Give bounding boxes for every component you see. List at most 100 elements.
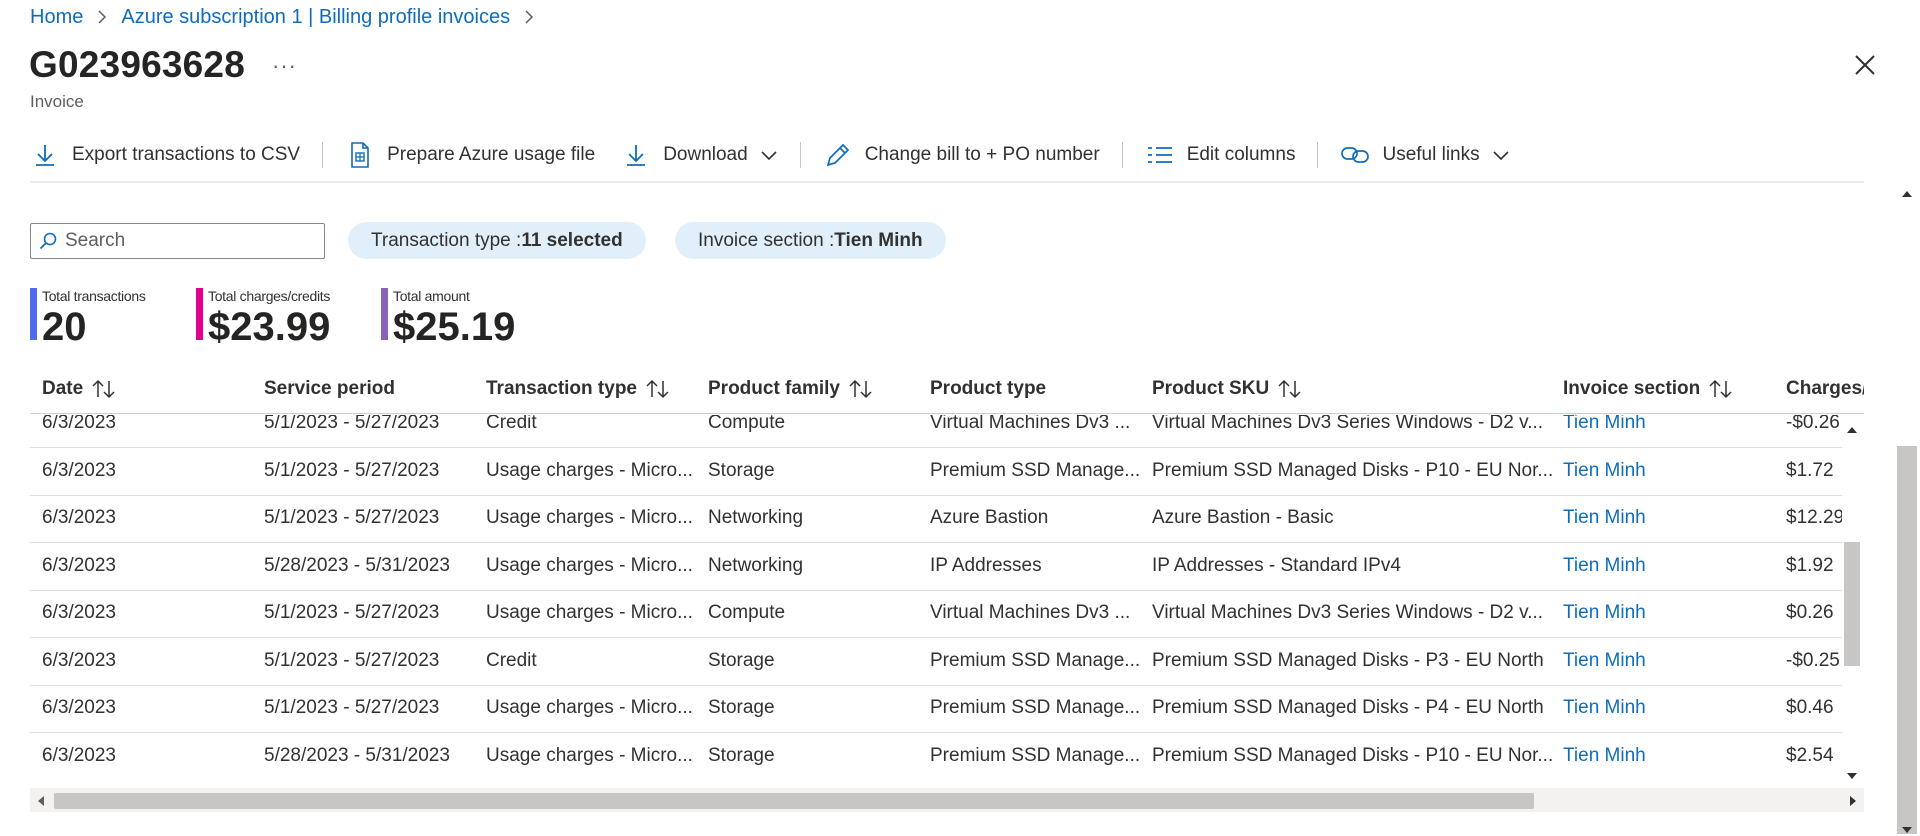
column-header-transaction-type[interactable]: Transaction type bbox=[486, 378, 671, 400]
export-csv-label: Export transactions to CSV bbox=[72, 144, 301, 165]
table-row[interactable]: 6/3/2023 5/1/2023 - 5/27/2023 Usage charge… bbox=[30, 686, 1842, 733]
cell-invoice-section-link[interactable]: Tien Minh bbox=[1563, 649, 1646, 673]
cell-charges: $0.46 bbox=[1786, 697, 1834, 718]
cell-transaction-type: Usage charges - Micro... bbox=[486, 744, 693, 766]
breadcrumb-parent-link[interactable]: Azure subscription 1 | Billing profile i… bbox=[121, 6, 510, 29]
cell-date: 6/3/2023 bbox=[42, 649, 116, 671]
page-vertical-scrollbar[interactable] bbox=[1893, 182, 1920, 836]
cell-charges: $1.92 bbox=[1786, 554, 1834, 576]
chevron-right-icon bbox=[97, 9, 107, 25]
filter-key: Transaction type : bbox=[371, 229, 522, 251]
scroll-up-arrow-icon[interactable] bbox=[1901, 186, 1913, 204]
edit-columns-button[interactable]: Edit columns bbox=[1145, 136, 1296, 174]
breadcrumb-home-link[interactable]: Home bbox=[30, 6, 83, 29]
toolbar-divider bbox=[1317, 142, 1319, 168]
cell-transaction-type: Usage charges - Micro... bbox=[486, 507, 693, 528]
cell-product-sku: IP Addresses - Standard IPv4 bbox=[1152, 554, 1401, 576]
prepare-usage-file-button[interactable]: Prepare Azure usage file bbox=[345, 136, 595, 174]
total-charges-card: Total charges/credits $23.99 bbox=[196, 288, 331, 349]
cell-product-family: Storage bbox=[708, 459, 775, 481]
cell-invoice-section-link[interactable]: Tien Minh bbox=[1563, 506, 1646, 530]
table-row[interactable]: 6/3/2023 5/1/2023 - 5/27/2023 Credit Storag… bbox=[30, 639, 1842, 686]
cell-date: 6/3/2023 bbox=[42, 602, 116, 623]
cell-charges: $1.72 bbox=[1786, 459, 1834, 481]
sort-arrows-icon[interactable] bbox=[1708, 379, 1734, 399]
scroll-right-arrow-icon[interactable] bbox=[1848, 794, 1858, 812]
change-bill-to-label: Change bill to + PO number bbox=[864, 144, 1100, 165]
table-row[interactable]: 6/3/2023 5/1/2023 - 5/27/2023 Usage charge… bbox=[30, 591, 1842, 638]
change-bill-to-button[interactable]: Change bill to + PO number bbox=[823, 136, 1100, 174]
table-row[interactable]: 6/3/2023 5/1/2023 - 5/27/2023 Credit Comput… bbox=[30, 415, 1842, 448]
export-csv-button[interactable]: Export transactions to CSV bbox=[30, 136, 300, 174]
close-icon bbox=[1854, 55, 1876, 80]
close-button[interactable] bbox=[1854, 54, 1880, 80]
cell-transaction-type: Usage charges - Micro... bbox=[486, 697, 693, 718]
scrollbar-thumb[interactable] bbox=[54, 793, 1534, 809]
table-row[interactable]: 6/3/2023 5/28/2023 - 5/31/2023 Usage charg… bbox=[30, 544, 1842, 591]
cell-product-type: IP Addresses bbox=[930, 554, 1042, 576]
scrollbar-thumb[interactable] bbox=[1897, 446, 1917, 834]
download-arrow-icon bbox=[30, 140, 60, 170]
column-header-label: Product type bbox=[930, 378, 1047, 399]
sort-arrows-icon[interactable] bbox=[645, 379, 671, 399]
cell-invoice-section-link[interactable]: Tien Minh bbox=[1563, 554, 1646, 578]
column-header-label: Product SKU bbox=[1152, 378, 1270, 399]
document-icon bbox=[345, 140, 375, 170]
cell-date: 6/3/2023 bbox=[42, 744, 116, 766]
cell-product-family: Compute bbox=[708, 415, 786, 433]
grid-horizontal-scrollbar[interactable] bbox=[30, 788, 1864, 812]
toolbar-divider bbox=[322, 142, 324, 168]
filter-key: Invoice section : bbox=[698, 229, 835, 251]
grid-header: Date Service period Transaction type Produc… bbox=[30, 372, 1864, 414]
table-row[interactable]: 6/3/2023 5/1/2023 - 5/27/2023 Usage charge… bbox=[30, 449, 1842, 496]
column-header-product-sku[interactable]: Product SKU bbox=[1152, 378, 1303, 400]
column-header-invoice-section[interactable]: Invoice section bbox=[1563, 378, 1734, 400]
cell-charges: -$0.26 bbox=[1786, 415, 1840, 433]
cell-transaction-type: Credit bbox=[486, 649, 537, 671]
card-label: Total charges/credits bbox=[208, 288, 331, 304]
cell-service-period: 5/1/2023 - 5/27/2023 bbox=[264, 459, 440, 481]
edit-columns-label: Edit columns bbox=[1186, 144, 1296, 165]
sort-arrows-icon[interactable] bbox=[91, 379, 117, 399]
search-input[interactable]: Search bbox=[30, 223, 325, 259]
column-header-label: Service period bbox=[264, 378, 395, 399]
scroll-down-arrow-icon[interactable] bbox=[1901, 822, 1913, 836]
toolbar-divider bbox=[1121, 142, 1123, 168]
transaction-type-filter[interactable]: Transaction type : 11 selected bbox=[348, 222, 646, 259]
sort-arrows-icon[interactable] bbox=[848, 379, 874, 399]
column-header-service-period[interactable]: Service period bbox=[264, 378, 395, 400]
card-label: Total transactions bbox=[42, 288, 146, 304]
scrollbar-thumb[interactable] bbox=[1844, 542, 1860, 666]
sort-arrows-icon[interactable] bbox=[1277, 379, 1303, 399]
cell-invoice-section-link[interactable]: Tien Minh bbox=[1563, 601, 1646, 625]
download-arrow-icon bbox=[621, 140, 651, 170]
cell-product-type: Virtual Machines Dv3 ... bbox=[930, 602, 1131, 623]
cell-invoice-section-link[interactable]: Tien Minh bbox=[1563, 696, 1646, 720]
download-button[interactable]: Download bbox=[621, 136, 778, 174]
card-value: 20 bbox=[42, 305, 87, 349]
link-icon bbox=[1340, 140, 1370, 170]
filter-value: 11 selected bbox=[521, 229, 623, 251]
cell-invoice-section-link[interactable]: Tien Minh bbox=[1563, 459, 1646, 483]
cell-product-type: Azure Bastion bbox=[930, 507, 1049, 528]
table-row[interactable]: 6/3/2023 5/1/2023 - 5/27/2023 Usage charge… bbox=[30, 496, 1842, 543]
cell-transaction-type: Usage charges - Micro... bbox=[486, 602, 693, 623]
scroll-left-arrow-icon[interactable] bbox=[36, 794, 46, 812]
cell-invoice-section-link[interactable]: Tien Minh bbox=[1563, 744, 1646, 768]
invoice-section-filter[interactable]: Invoice section : Tien Minh bbox=[675, 222, 946, 259]
cell-invoice-section-link[interactable]: Tien Minh bbox=[1563, 415, 1646, 435]
breadcrumb: Home Azure subscription 1 | Billing prof… bbox=[30, 4, 548, 30]
column-header-product-family[interactable]: Product family bbox=[708, 378, 874, 400]
cell-service-period: 5/1/2023 - 5/27/2023 bbox=[264, 649, 440, 671]
cell-service-period: 5/1/2023 - 5/27/2023 bbox=[264, 507, 440, 528]
cell-product-type: Virtual Machines Dv3 ... bbox=[930, 415, 1131, 433]
useful-links-button[interactable]: Useful links bbox=[1340, 136, 1509, 174]
column-header-date[interactable]: Date bbox=[42, 378, 117, 400]
cell-date: 6/3/2023 bbox=[42, 554, 116, 576]
more-options-button[interactable]: ··· bbox=[272, 53, 297, 79]
column-header-product-type[interactable]: Product type bbox=[930, 378, 1046, 400]
column-header-charges[interactable]: Charges/ bbox=[1786, 378, 1864, 400]
card-value: $23.99 bbox=[208, 305, 331, 349]
card-accent-bar bbox=[30, 288, 37, 340]
table-row[interactable]: 6/3/2023 5/28/2023 - 5/31/2023 Usage charg… bbox=[30, 734, 1842, 776]
